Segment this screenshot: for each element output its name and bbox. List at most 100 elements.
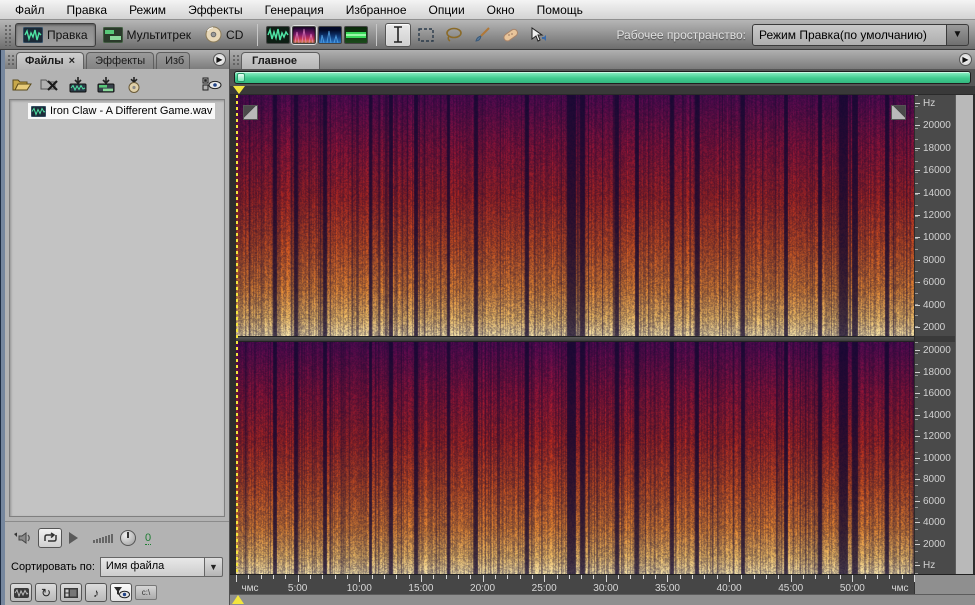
tab-main[interactable]: Главное	[241, 52, 320, 69]
time-selection-tool[interactable]	[385, 23, 411, 47]
loop-playback-button[interactable]	[38, 528, 62, 548]
sort-combo[interactable]: Имя файла ▼	[100, 557, 223, 577]
files-panel-menu-button[interactable]: ▶	[213, 53, 226, 66]
freq-tick	[915, 565, 920, 566]
ruler-tick	[322, 575, 323, 579]
ruler-tick	[581, 575, 582, 579]
freq-label-row: 4000	[915, 300, 955, 311]
sort-dropdown-arrow-icon[interactable]: ▼	[205, 557, 223, 577]
spectral-frequency-view-button[interactable]	[292, 26, 316, 44]
workspace-label: Рабочее пространство:	[616, 28, 746, 42]
volume-knob[interactable]	[120, 530, 136, 546]
freq-label-row: 12000	[915, 431, 955, 442]
panel-grip[interactable]	[7, 54, 14, 67]
filter-options-button[interactable]	[110, 583, 132, 602]
freq-tick	[915, 350, 920, 351]
tab-close-icon[interactable]: ×	[69, 55, 75, 67]
horizontal-zoom-row	[230, 69, 975, 86]
show-loop-files-button[interactable]: ↻	[35, 583, 57, 602]
freq-tick	[915, 415, 920, 416]
ruler-label: 30:00	[593, 583, 618, 594]
show-full-path-button[interactable]: c:\	[135, 585, 157, 600]
options-toggle-icon[interactable]	[201, 74, 223, 94]
horizontal-zoom-bar[interactable]	[234, 71, 971, 84]
show-video-files-button[interactable]	[60, 583, 82, 602]
auto-play-icon[interactable]	[13, 531, 31, 545]
menu-item-6[interactable]: Избранное	[335, 1, 418, 19]
cd-view-button[interactable]: CD	[198, 23, 250, 47]
freq-label: 12000	[923, 210, 951, 221]
playhead-line[interactable]	[236, 95, 238, 574]
bottom-marker-strip[interactable]	[230, 594, 975, 605]
file-list[interactable]: Iron Claw - A Different Game.wav	[9, 99, 225, 517]
insert-into-cd-icon[interactable]	[123, 74, 145, 94]
close-file-icon[interactable]	[39, 74, 61, 94]
selection-start-marker[interactable]	[233, 86, 245, 94]
show-midi-files-button[interactable]: ♪	[85, 583, 107, 602]
toolbar-grip[interactable]	[4, 24, 11, 46]
menu-item-7[interactable]: Опции	[418, 1, 476, 19]
freq-label: 18000	[923, 143, 951, 154]
main-panel-menu-button[interactable]: ▶	[959, 53, 972, 66]
selection-marker-strip[interactable]	[230, 86, 975, 95]
menu-item-5[interactable]: Генерация	[254, 1, 335, 19]
volume-value[interactable]: 0	[145, 532, 151, 545]
spot-healing-brush-tool[interactable]	[497, 23, 523, 47]
spectral-display[interactable]	[236, 95, 914, 574]
scrub-tool[interactable]	[525, 23, 551, 47]
files-tabstrip: Файлы× Эффекты Изб ▶	[5, 50, 229, 69]
workspace-dropdown-arrow-icon[interactable]: ▼	[947, 24, 969, 46]
effects-paintbrush-tool[interactable]	[469, 23, 495, 47]
waveform-edit-icon	[23, 27, 43, 43]
time-ruler[interactable]: чмс5:0010:0015:0020:0025:0030:0035:0040:…	[236, 575, 914, 594]
workspace-combo[interactable]: Режим Правка(по умолчанию) ▼	[752, 24, 969, 46]
import-file-icon[interactable]	[67, 74, 89, 94]
sort-value[interactable]: Имя файла	[100, 557, 205, 577]
multitrack-view-button[interactable]: Мультитрек	[96, 23, 198, 47]
menu-item-4[interactable]: Эффекты	[177, 1, 254, 19]
tab-files[interactable]: Файлы×	[16, 52, 84, 69]
menu-item-2[interactable]: Правка	[56, 1, 119, 19]
ruler-tick	[261, 575, 262, 579]
ruler-tick	[557, 575, 558, 579]
ruler-tick	[655, 575, 656, 579]
ruler-tick	[359, 575, 360, 582]
open-file-icon[interactable]	[11, 74, 33, 94]
selection-start-marker-bottom[interactable]	[232, 595, 244, 604]
waveform-view-button[interactable]	[266, 26, 290, 44]
tab-effects[interactable]: Эффекты	[86, 52, 154, 69]
file-item[interactable]: Iron Claw - A Different Game.wav	[28, 103, 215, 119]
spectrogram-left-channel[interactable]	[236, 95, 914, 336]
frequency-axis[interactable]: Hz20000180001600014000120001000080006000…	[914, 95, 955, 574]
freq-label: 12000	[923, 431, 951, 442]
freq-tick	[915, 544, 920, 545]
ruler-tick	[458, 575, 459, 579]
cd-view-label: CD	[226, 28, 243, 42]
workspace-value[interactable]: Режим Правка(по умолчанию)	[752, 24, 947, 46]
marquee-selection-tool[interactable]	[413, 23, 439, 47]
volume-bars-icon[interactable]	[93, 534, 113, 543]
freq-tick	[915, 170, 920, 171]
menu-item-9[interactable]: Помощь	[526, 1, 594, 19]
main-panel-grip[interactable]	[232, 54, 239, 67]
main-tabstrip: Главное ▶	[230, 50, 975, 69]
tab-favorites[interactable]: Изб	[156, 52, 190, 69]
menu-item-8[interactable]: Окно	[476, 1, 526, 19]
spectral-scale-handle-right[interactable]	[891, 105, 906, 120]
freq-label-row: 2000	[915, 322, 955, 333]
lasso-selection-tool[interactable]	[441, 23, 467, 47]
spectral-phase-view-button[interactable]	[344, 26, 368, 44]
spectral-pan-view-button[interactable]	[318, 26, 342, 44]
menu-item-1[interactable]: Файл	[4, 1, 56, 19]
menu-item-3[interactable]: Режим	[118, 1, 177, 19]
edit-view-button[interactable]: Правка	[15, 23, 96, 47]
ruler-tick	[544, 575, 545, 582]
spectral-scale-handle-left[interactable]	[243, 105, 258, 120]
play-button[interactable]	[69, 532, 78, 544]
freq-label-row: 6000	[915, 277, 955, 288]
ruler-tick	[852, 575, 853, 582]
show-audio-files-button[interactable]	[10, 583, 32, 602]
vertical-zoom-bar[interactable]	[955, 95, 975, 574]
insert-into-multitrack-icon[interactable]	[95, 74, 117, 94]
spectrogram-right-channel[interactable]	[236, 342, 914, 574]
